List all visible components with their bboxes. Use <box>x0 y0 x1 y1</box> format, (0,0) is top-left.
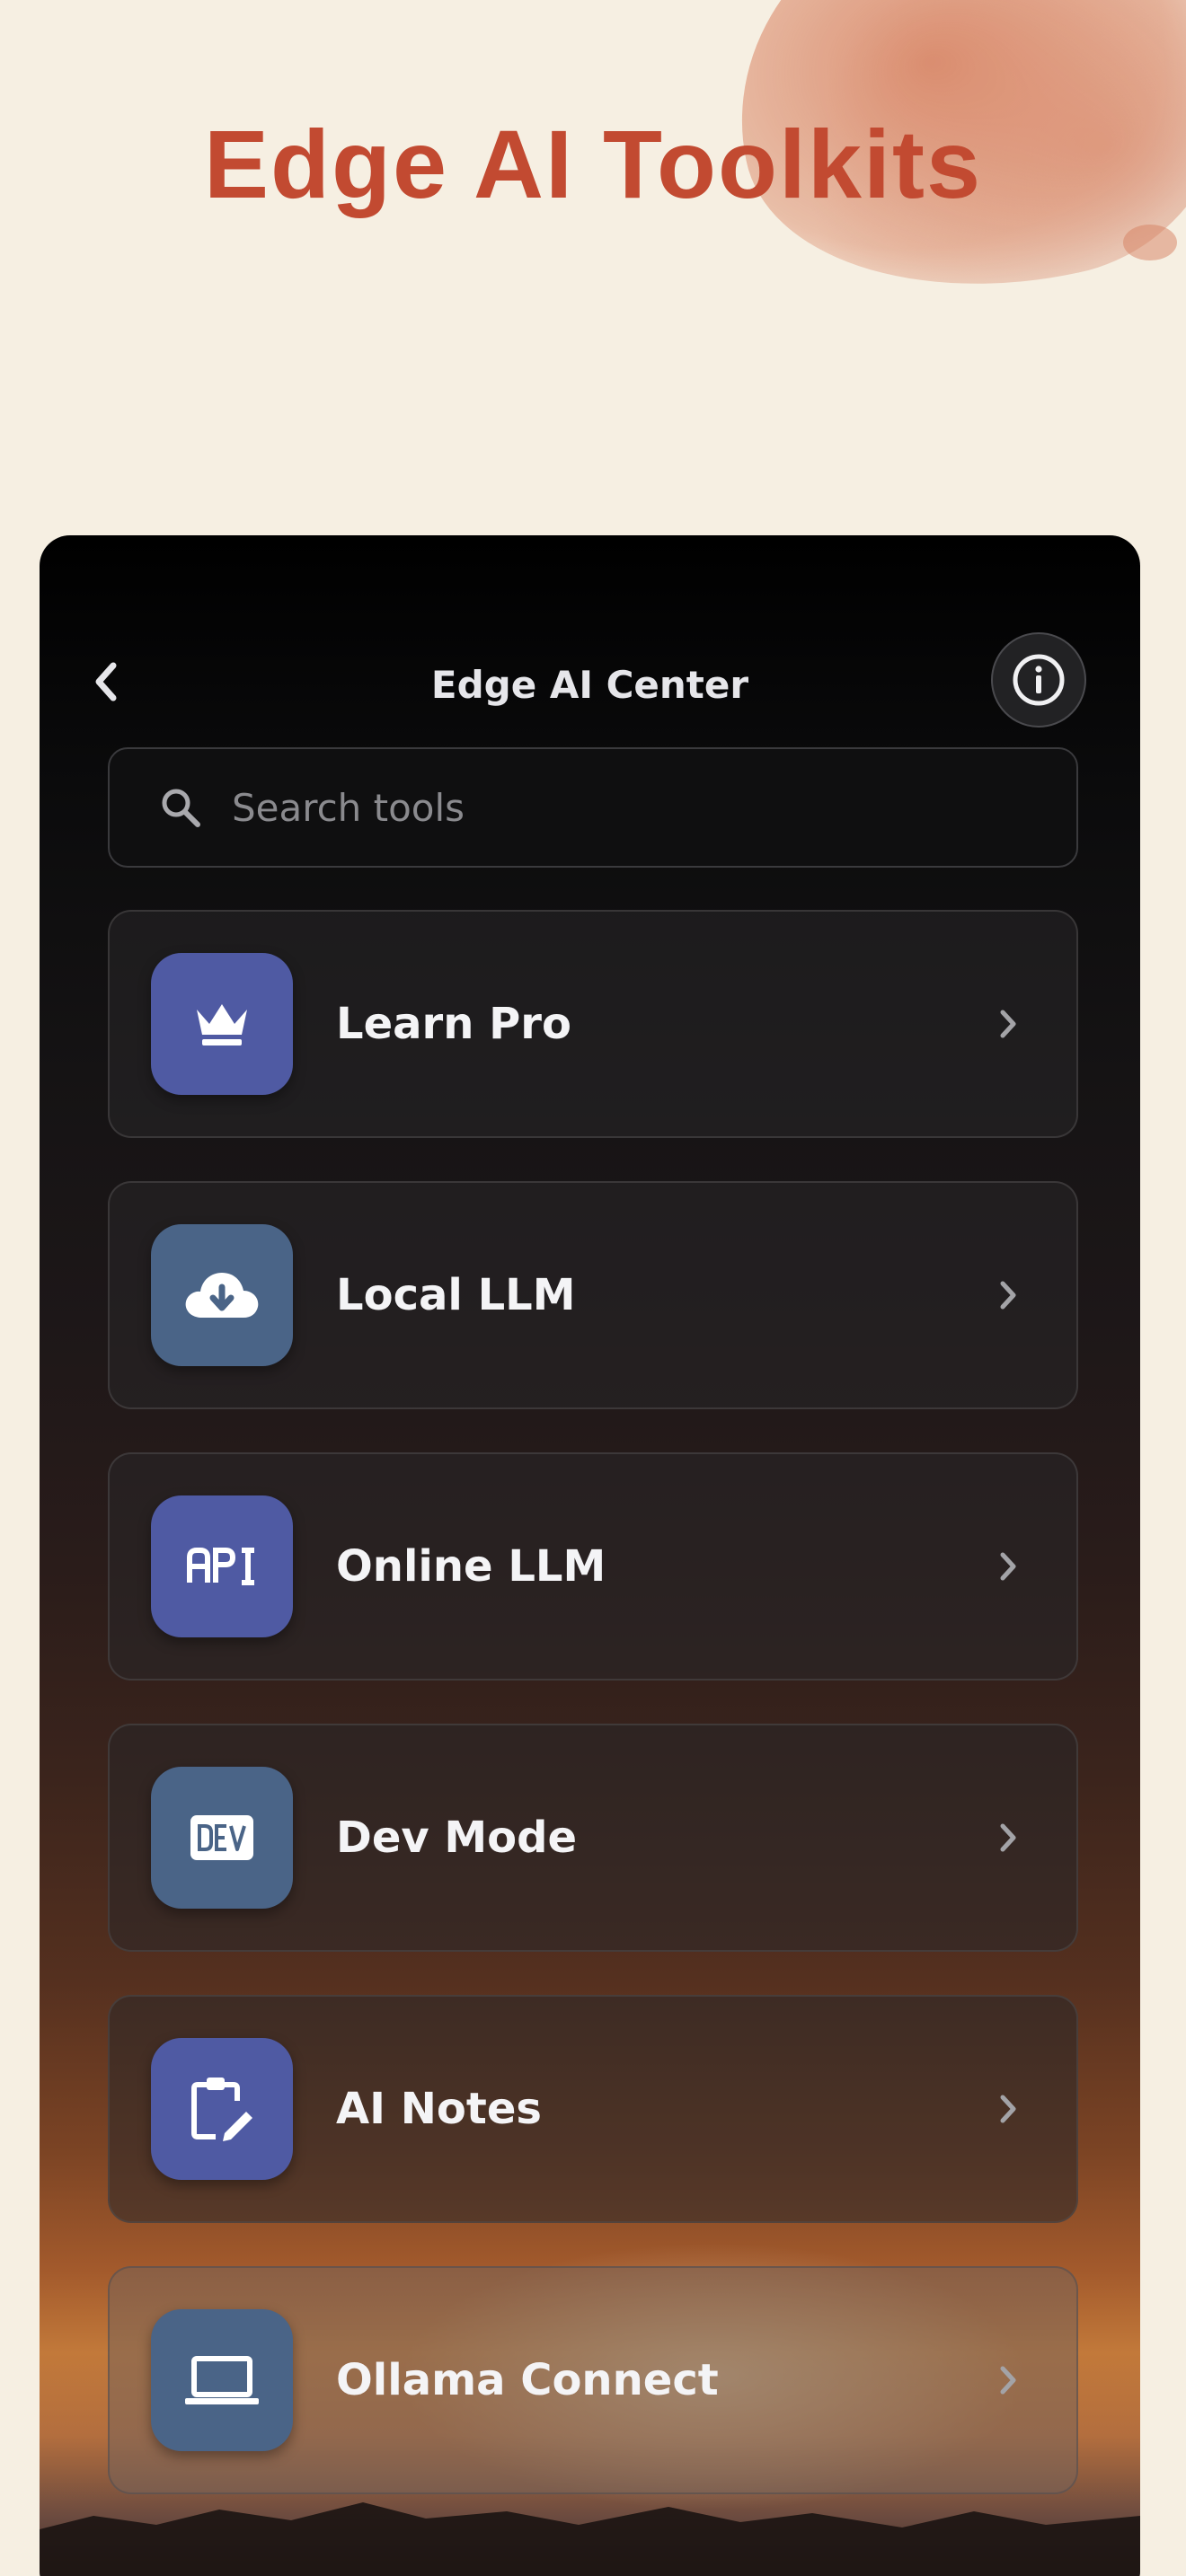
tool-local-llm[interactable]: Local LLM <box>108 1181 1078 1409</box>
tool-label: Online LLM <box>336 1541 606 1592</box>
tool-icon-tile <box>151 1495 293 1637</box>
chevron-right-icon <box>992 1279 1024 1311</box>
tool-ollama-connect[interactable]: Ollama Connect <box>108 2266 1078 2494</box>
tool-icon-tile <box>151 2038 293 2180</box>
tool-list: Learn Pro Local LLM Online LLM Dev Mode … <box>108 910 1078 2537</box>
tool-label: AI Notes <box>336 2084 542 2134</box>
tool-icon-tile <box>151 953 293 1095</box>
nav-title: Edge AI Center <box>430 663 749 707</box>
tool-online-llm[interactable]: Online LLM <box>108 1452 1078 1681</box>
tool-label: Learn Pro <box>336 999 571 1049</box>
phone-screen: Edge AI Center Learn Pro <box>40 535 1140 2576</box>
tool-icon-tile <box>151 1767 293 1909</box>
navigation-bar: Edge AI Center <box>40 632 1140 731</box>
crown-icon <box>197 1004 247 1045</box>
info-circle-icon <box>1013 654 1065 706</box>
cloud-download-icon <box>185 1273 259 1318</box>
info-button[interactable] <box>991 632 1086 728</box>
tool-label: Local LLM <box>336 1270 576 1320</box>
tool-icon-tile <box>151 1224 293 1366</box>
chevron-right-icon <box>992 2364 1024 2396</box>
api-icon <box>187 1548 254 1585</box>
search-bar[interactable] <box>108 747 1078 868</box>
chevron-right-icon <box>992 1822 1024 1854</box>
search-input[interactable] <box>232 785 951 830</box>
dev-badge-icon <box>190 1815 253 1860</box>
chevron-right-icon <box>992 1008 1024 1040</box>
tool-dev-mode[interactable]: Dev Mode <box>108 1724 1078 1952</box>
page-headline: Edge AI Toolkits <box>203 110 983 218</box>
watercolor-speck <box>1123 225 1177 260</box>
chevron-right-icon <box>992 2093 1024 2125</box>
tool-icon-tile <box>151 2309 293 2451</box>
laptop-icon <box>185 2356 259 2404</box>
tool-ai-notes[interactable]: AI Notes <box>108 1995 1078 2223</box>
tool-label: Ollama Connect <box>336 2355 719 2405</box>
clipboard-edit-icon <box>191 2078 252 2141</box>
tool-label: Dev Mode <box>336 1813 578 1863</box>
search-icon <box>162 789 200 827</box>
chevron-right-icon <box>992 1550 1024 1583</box>
tool-learn-pro[interactable]: Learn Pro <box>108 910 1078 1138</box>
